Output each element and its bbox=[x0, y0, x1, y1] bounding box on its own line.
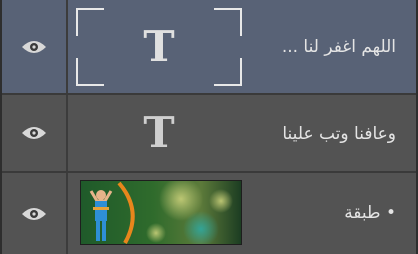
image-layer-thumbnail[interactable] bbox=[80, 180, 242, 245]
visibility-toggle-2[interactable] bbox=[2, 95, 68, 171]
visibility-toggle-3[interactable] bbox=[2, 173, 68, 254]
layer-name-3[interactable]: • طبقة bbox=[344, 203, 396, 223]
layer-thumbnail-1[interactable]: T bbox=[76, 8, 242, 86]
visibility-toggle-1[interactable] bbox=[2, 0, 68, 93]
layer-row-2[interactable]: T وعافنا وتب علينا bbox=[2, 95, 416, 173]
text-layer-icon: T bbox=[143, 108, 175, 157]
text-layer-icon: T bbox=[143, 22, 175, 71]
selection-corner-tr bbox=[214, 8, 242, 36]
layers-panel: MYWEB T اللهم اغفر لنا ... bbox=[0, 0, 418, 254]
selection-corner-bl bbox=[76, 58, 104, 86]
selection-corner-br bbox=[214, 58, 242, 86]
eye-icon bbox=[22, 40, 46, 53]
layer-name-1[interactable]: اللهم اغفر لنا ... bbox=[282, 37, 396, 57]
eye-icon bbox=[22, 127, 46, 139]
selection-corner-tl bbox=[76, 8, 104, 36]
image-thumbnail-art bbox=[81, 181, 241, 244]
layer-thumbnail-2[interactable]: T bbox=[76, 95, 242, 171]
eye-icon bbox=[22, 207, 46, 220]
layer-row-3[interactable]: • طبقة bbox=[2, 173, 416, 254]
layer-name-2[interactable]: وعافنا وتب علينا bbox=[282, 124, 396, 144]
layer-row-1[interactable]: T اللهم اغفر لنا ... bbox=[2, 0, 416, 95]
